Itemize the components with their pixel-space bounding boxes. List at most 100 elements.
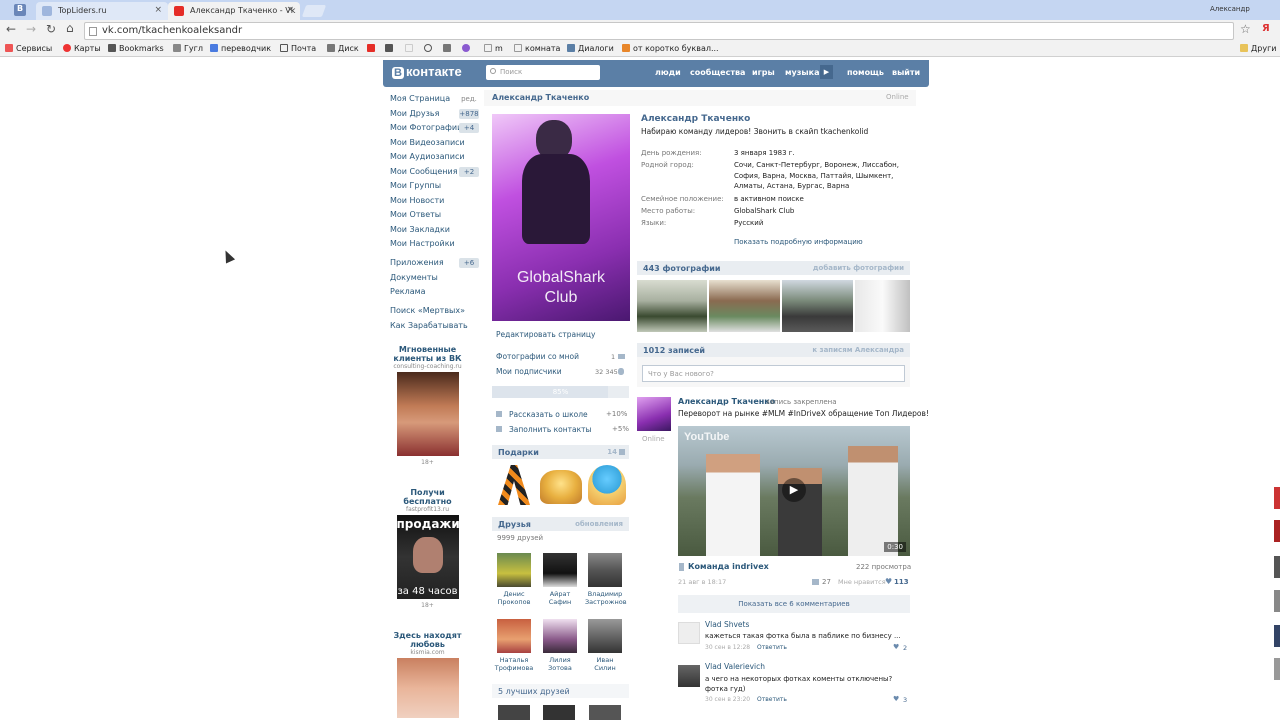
post-author[interactable]: Александр Ткаченко	[678, 397, 775, 406]
edit-link[interactable]: ред.	[459, 94, 479, 104]
menu-item[interactable]: Реклама	[390, 287, 426, 296]
edit-page-link[interactable]: Редактировать страницу	[496, 330, 595, 339]
menu-item[interactable]: Поиск «Мертвых»	[390, 306, 465, 315]
best-friends-header[interactable]: 5 лучших друзей	[492, 684, 629, 698]
video-player[interactable]: YouTube ▶ 0:30	[678, 426, 910, 556]
field-value[interactable]: Сочи, Санкт-Петербург, Воронеж, Лиссабон…	[734, 160, 904, 192]
menu-item[interactable]: Мои Настройки	[390, 239, 455, 248]
post-author-avatar[interactable]	[637, 397, 671, 431]
tab-vk[interactable]: Александр Ткаченко - Vk ×	[168, 2, 300, 20]
play-button-icon[interactable]: ▶	[782, 478, 806, 502]
photo-thumb[interactable]	[637, 280, 707, 332]
gifts-header[interactable]: Подарки 14	[492, 445, 629, 459]
nav-games[interactable]: игры	[752, 68, 775, 77]
bookmark-speed[interactable]	[424, 44, 435, 53]
bookmark-m[interactable]: m	[484, 44, 503, 53]
search-input[interactable]: Поиск	[486, 65, 600, 80]
ad-block[interactable]: Здесь находят любовь kismia.com	[390, 631, 465, 718]
reply-link[interactable]: Ответить	[757, 644, 787, 651]
bookmark-google[interactable]: Гугл	[173, 44, 203, 53]
bookmark-short[interactable]: от коротко буквал...	[622, 44, 719, 53]
comment-icon[interactable]	[812, 579, 819, 585]
ad-block[interactable]: Мгновенные клиенты из ВК consulting-coac…	[390, 345, 465, 466]
field-value[interactable]: в активном поиске	[734, 194, 804, 205]
home-icon[interactable]: ⌂	[66, 21, 74, 35]
bookmark-translate[interactable]: переводчик	[210, 44, 271, 53]
posts-header[interactable]: 1012 записей к записям Александра	[637, 343, 910, 357]
friend-card[interactable]: Денис Прокопов	[494, 553, 534, 606]
heart-icon[interactable]: ♥	[893, 643, 899, 651]
photos-header[interactable]: 443 фотографии добавить фотографии	[637, 261, 910, 275]
bookmark-dialogs[interactable]: Диалоги	[567, 44, 614, 53]
bookmark-youtube[interactable]	[367, 44, 378, 53]
forward-icon[interactable]: →	[26, 22, 36, 36]
field-value[interactable]: 3 января 1983 г.	[734, 148, 795, 159]
new-tab-button[interactable]	[301, 5, 327, 17]
bookmark-camera[interactable]	[385, 44, 396, 53]
ad-block[interactable]: Получи бесплатно fastprofit13.ru продажи…	[390, 488, 465, 609]
menu-item[interactable]: Мои Закладки	[390, 225, 450, 234]
more-info-link[interactable]: Показать подробную информацию	[734, 238, 863, 246]
photo-thumb[interactable]	[782, 280, 853, 332]
reload-icon[interactable]: ↻	[46, 22, 56, 36]
bookmark-other[interactable]: Други	[1240, 44, 1276, 53]
add-photos-link[interactable]: добавить фотографии	[813, 264, 904, 272]
nav-help[interactable]: помощь	[847, 68, 884, 77]
chrome-menu-icon[interactable]: B	[14, 4, 26, 16]
post-date[interactable]: 21 авг в 18:17	[678, 578, 726, 586]
menu-item[interactable]: Мои Фотографии	[390, 123, 462, 132]
bookmark-services[interactable]: Сервисы	[5, 44, 52, 53]
friend-card[interactable]: Лилия Зотова	[540, 619, 580, 672]
profile-status[interactable]: Набираю команду лидеров! Звонить в скайп…	[641, 127, 868, 136]
nav-logout[interactable]: выйти	[892, 68, 920, 77]
photo-thumb[interactable]	[709, 280, 780, 332]
menu-item[interactable]: Моя Страница	[390, 94, 450, 103]
play-icon[interactable]: ▶	[820, 65, 833, 79]
menu-item[interactable]: Мои Видеозаписи	[390, 138, 465, 147]
school-link[interactable]: Рассказать о школе	[509, 410, 588, 419]
reply-link[interactable]: Ответить	[757, 696, 787, 703]
gift-ribbon[interactable]	[498, 465, 530, 505]
back-icon[interactable]: ←	[6, 22, 16, 36]
address-bar[interactable]: vk.com/tkachenkoaleksandr	[84, 22, 1234, 40]
tab-close-icon[interactable]: ×	[286, 5, 294, 15]
show-comments-button[interactable]: Показать все 6 комментариев	[678, 595, 910, 613]
bookmark-check[interactable]	[443, 44, 454, 53]
menu-item[interactable]: Мои Новости	[390, 196, 444, 205]
heart-icon[interactable]: ♥	[893, 695, 899, 703]
friend-card[interactable]: Айрат Сафин	[540, 553, 580, 606]
tab-topliders[interactable]: TopLiders.ru ×	[36, 2, 168, 20]
menu-item[interactable]: Документы	[390, 273, 438, 282]
comment-author[interactable]: Vlad Valerievich	[705, 662, 765, 671]
gift-cake[interactable]	[540, 470, 582, 504]
contacts-link[interactable]: Заполнить контакты	[509, 425, 591, 434]
bookmark-room[interactable]: комната	[514, 44, 560, 53]
field-value[interactable]: Русский	[734, 218, 763, 229]
heart-icon[interactable]: ♥	[885, 577, 892, 586]
photo-thumb[interactable]	[855, 280, 910, 332]
video-title[interactable]: Команда indrivex	[688, 562, 769, 571]
tab-close-icon[interactable]: ×	[154, 5, 162, 15]
profile-name[interactable]: Александр	[1210, 5, 1250, 13]
bookmark-maps[interactable]: Карты	[63, 44, 101, 53]
bookmark-bookmarks[interactable]: Bookmarks	[108, 44, 164, 53]
friends-header[interactable]: Друзья обновления	[492, 517, 629, 531]
nav-people[interactable]: люди	[655, 68, 681, 77]
friend-card[interactable]: Владимир Застрожнов	[585, 553, 627, 606]
menu-item[interactable]: Приложения	[390, 258, 444, 267]
menu-item[interactable]: Мои Друзья	[390, 109, 439, 118]
friend-card[interactable]: Иван Силин	[585, 619, 625, 672]
subscribers-link[interactable]: Мои подписчики	[496, 367, 562, 376]
vk-logo[interactable]: Bконтакте	[392, 64, 462, 79]
comment-avatar[interactable]	[678, 622, 700, 644]
comment-author[interactable]: Vlad Shvets	[705, 620, 749, 629]
nav-music[interactable]: музыка	[785, 68, 819, 77]
star-icon[interactable]: ☆	[1240, 22, 1251, 36]
yandex-icon[interactable]: Я	[1262, 23, 1270, 34]
nav-communities[interactable]: сообщества	[690, 68, 745, 77]
menu-item[interactable]: Мои Аудиозаписи	[390, 152, 465, 161]
menu-item[interactable]: Мои Сообщения	[390, 167, 458, 176]
friend-card[interactable]: Наталья Трофимова	[494, 619, 534, 672]
new-post-input[interactable]: Что у Вас нового?	[642, 365, 905, 382]
friends-updates-link[interactable]: обновления	[575, 520, 623, 528]
